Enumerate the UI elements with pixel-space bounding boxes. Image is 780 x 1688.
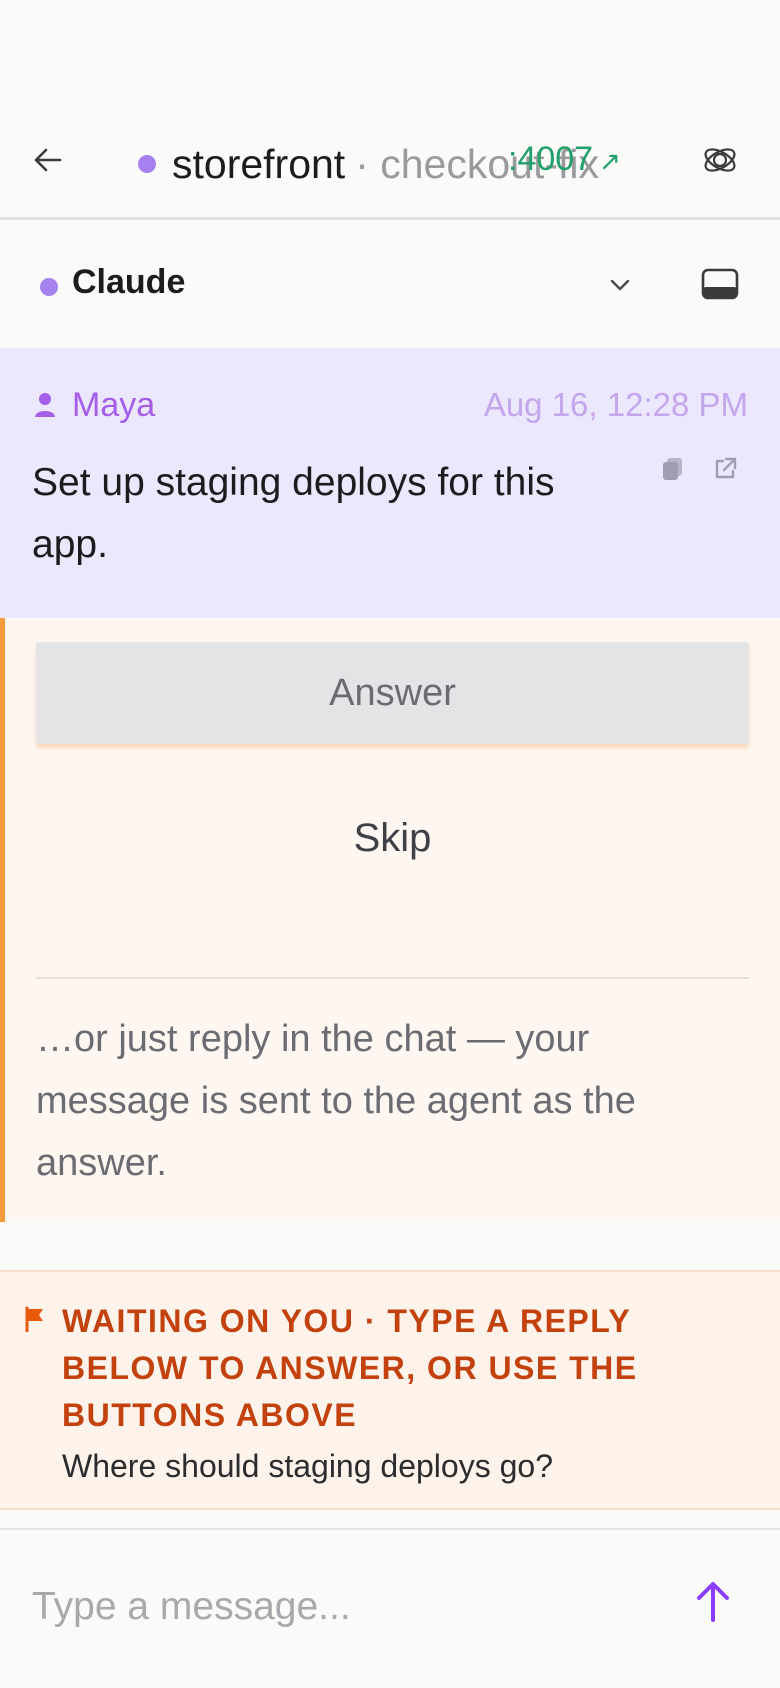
send-button[interactable] bbox=[688, 1576, 738, 1626]
divider bbox=[36, 977, 749, 979]
claude-logo-icon[interactable] bbox=[700, 140, 740, 180]
message-composer bbox=[0, 1528, 780, 1688]
question-card: Answer Skip …or just reply in the chat —… bbox=[0, 618, 780, 1222]
skip-button[interactable]: Skip bbox=[36, 788, 749, 888]
user-message: Maya Aug 16, 12:28 PM Set up staging dep… bbox=[0, 348, 780, 618]
message-author: Maya bbox=[72, 386, 156, 424]
port-link[interactable]: :4007 ↗ bbox=[508, 140, 621, 179]
top-bar: storefront · checkout-fix :4007 ↗ bbox=[0, 0, 780, 220]
answer-button[interactable]: Answer bbox=[36, 642, 749, 744]
reply-hint: …or just reply in the chat — your messag… bbox=[36, 1018, 636, 1184]
panel-toggle-icon[interactable] bbox=[700, 267, 740, 301]
message-input[interactable] bbox=[32, 1572, 652, 1642]
pending-question: Where should staging deploys go? bbox=[62, 1448, 553, 1484]
agent-selector[interactable]: Claude bbox=[0, 223, 780, 348]
chevron-down-icon[interactable] bbox=[606, 271, 634, 299]
agent-name: Claude bbox=[72, 263, 186, 301]
copy-icon[interactable] bbox=[660, 456, 686, 482]
waiting-title: WAITING ON YOU · TYPE A REPLY BELOW TO A… bbox=[62, 1303, 638, 1433]
arrow-up-icon bbox=[697, 1582, 729, 1622]
message-timestamp: Aug 16, 12:28 PM bbox=[483, 386, 748, 423]
agent-status-dot bbox=[40, 278, 58, 296]
back-arrow-icon[interactable] bbox=[30, 142, 66, 178]
port-number: :4007 bbox=[508, 140, 594, 178]
flag-icon bbox=[25, 1306, 43, 1332]
repo-name: storefront bbox=[172, 140, 346, 187]
status-dot bbox=[138, 155, 156, 173]
open-external-icon[interactable] bbox=[712, 456, 738, 482]
user-icon bbox=[35, 393, 55, 417]
message-text: Set up staging deploys for this app. bbox=[32, 461, 555, 566]
external-arrow-icon: ↗ bbox=[599, 146, 621, 176]
waiting-banner: WAITING ON YOU · TYPE A REPLY BELOW TO A… bbox=[0, 1270, 780, 1510]
